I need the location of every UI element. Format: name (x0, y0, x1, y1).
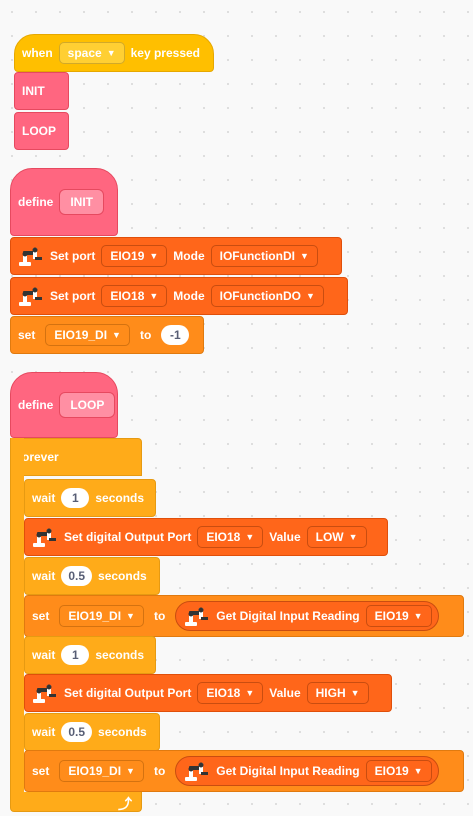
robot-arm-icon (32, 526, 58, 548)
define-init-block[interactable]: define INIT (10, 168, 118, 236)
get-digital-input-reporter[interactable]: Get Digital Input Reading EIO19 ▼ (175, 756, 439, 786)
loop-arrow-icon: ⤴ (118, 796, 132, 812)
caret-down-icon: ▼ (413, 766, 423, 776)
set-digital-output-block-high[interactable]: Set digital Output Port EIO18 ▼ Value HI… (24, 674, 392, 712)
robot-arm-icon (18, 285, 44, 307)
variable-dropdown[interactable]: EIO19_DI ▼ (59, 760, 144, 782)
procedure-name-loop: LOOP (59, 392, 116, 418)
seconds-input[interactable]: 0.5 (61, 722, 93, 742)
call-loop-block[interactable]: LOOP (14, 112, 69, 150)
set-port-block-eio19[interactable]: Set port EIO19 ▼ Mode IOFunctionDI ▼ (10, 237, 342, 275)
caret-down-icon: ▼ (305, 291, 315, 301)
caret-down-icon: ▼ (149, 251, 159, 261)
define-loop-block[interactable]: define LOOP (10, 372, 118, 438)
seconds-input[interactable]: 1 (61, 645, 90, 665)
seconds-input[interactable]: 0.5 (61, 566, 93, 586)
set-digital-output-block-low[interactable]: Set digital Output Port EIO18 ▼ Value LO… (24, 518, 388, 556)
seconds-input[interactable]: 1 (61, 488, 90, 508)
caret-down-icon: ▼ (299, 251, 309, 261)
procedure-name-init: INIT (59, 189, 105, 215)
forever-block[interactable]: forever (10, 438, 142, 476)
variable-dropdown[interactable]: EIO19_DI ▼ (59, 605, 144, 627)
wait-block[interactable]: wait 0.5 seconds (24, 557, 160, 595)
set-port-block-eio18[interactable]: Set port EIO18 ▼ Mode IOFunctionDO ▼ (10, 277, 348, 315)
wait-block[interactable]: wait 0.5 seconds (24, 713, 160, 751)
caret-down-icon: ▼ (112, 330, 121, 340)
port-dropdown[interactable]: EIO18 ▼ (197, 526, 264, 548)
define-label: define (18, 195, 54, 209)
value-dropdown[interactable]: LOW ▼ (306, 526, 367, 548)
caret-down-icon: ▼ (126, 611, 135, 621)
port-dropdown[interactable]: EIO19 ▼ (365, 760, 432, 782)
key-pressed-label: key pressed (130, 46, 201, 60)
port-dropdown[interactable]: EIO18 ▼ (101, 285, 168, 307)
robot-arm-icon (184, 605, 210, 627)
when-key-pressed-block[interactable]: when space ▼ key pressed (14, 34, 214, 72)
caret-down-icon: ▼ (245, 688, 255, 698)
robot-arm-icon (184, 760, 210, 782)
value-input[interactable]: -1 (161, 325, 190, 345)
caret-down-icon: ▼ (350, 688, 360, 698)
caret-down-icon: ▼ (126, 766, 135, 776)
define-label: define (18, 398, 54, 412)
caret-down-icon: ▼ (106, 48, 116, 58)
call-init-block[interactable]: INIT (14, 72, 69, 110)
port-dropdown[interactable]: EIO18 ▼ (197, 682, 264, 704)
wait-block[interactable]: wait 1 seconds (24, 479, 156, 517)
caret-down-icon: ▼ (348, 532, 358, 542)
mode-dropdown[interactable]: IOFunctionDI ▼ (210, 245, 318, 267)
caret-down-icon: ▼ (149, 291, 159, 301)
forever-arm (10, 438, 24, 793)
robot-arm-icon (18, 245, 44, 267)
key-dropdown[interactable]: space ▼ (58, 42, 125, 64)
when-label: when (22, 46, 53, 60)
robot-arm-icon (32, 682, 58, 704)
caret-down-icon: ▼ (413, 611, 423, 621)
port-dropdown[interactable]: EIO19 ▼ (365, 605, 432, 627)
set-variable-block[interactable]: set EIO19_DI ▼ to Get Digital Input Read… (24, 595, 464, 637)
port-dropdown[interactable]: EIO19 ▼ (101, 245, 168, 267)
wait-block[interactable]: wait 1 seconds (24, 636, 156, 674)
get-digital-input-reporter[interactable]: Get Digital Input Reading EIO19 ▼ (175, 601, 439, 631)
set-variable-block[interactable]: set EIO19_DI ▼ to Get Digital Input Read… (24, 750, 464, 792)
mode-dropdown[interactable]: IOFunctionDO ▼ (210, 285, 324, 307)
variable-dropdown[interactable]: EIO19_DI ▼ (45, 324, 130, 346)
set-variable-block[interactable]: set EIO19_DI ▼ to -1 (10, 316, 204, 354)
value-dropdown[interactable]: HIGH ▼ (306, 682, 369, 704)
caret-down-icon: ▼ (245, 532, 255, 542)
